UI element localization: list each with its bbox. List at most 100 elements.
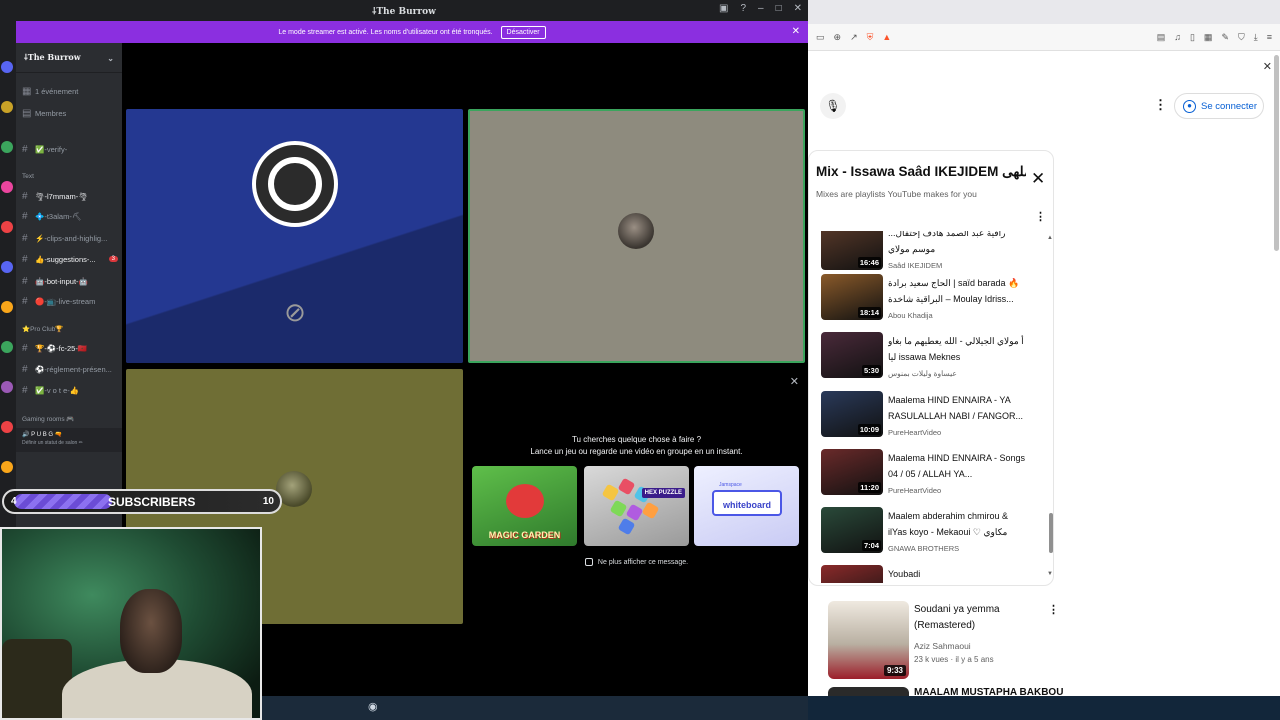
minimize-icon[interactable]: – [758,3,764,14]
category-text[interactable]: Text [22,173,34,180]
activity-magic-garden[interactable]: MAGIC GARDEN [472,466,577,546]
video-title[interactable]: Maalema HIND ENNAIRA - YA RASULALLAH NAB… [888,392,1028,424]
video-channel: Saâd IKEJIDEM [888,261,943,270]
server-icon[interactable] [1,301,13,313]
extensions-icon[interactable]: ✎ [1221,32,1229,43]
close-playlist-icon[interactable]: ✕ [1031,169,1045,189]
channel-status[interactable]: Définir un statut de salon ✏ [22,440,116,446]
video-thumbnail[interactable]: 18:14 [821,274,883,320]
category-pro-club[interactable]: ⭐Pro Club🏆 [22,325,63,333]
channel-fc25[interactable]: # 🏆-⚽-fc-25-🇲🇦 [22,341,118,355]
participant-tile-obs[interactable]: ⊘ [126,109,463,363]
events-item[interactable]: ▦ 1 événement [22,84,118,98]
playlist-item[interactable]: Youbadi [821,565,1049,583]
video-title[interactable]: أ مولاي الجيلالي - الله يعطيهم ما بغاو ل… [888,333,1028,365]
video-meta: 23 k vues · il y a 5 ans [914,655,994,664]
members-item[interactable]: ▤ Membres [22,106,118,120]
dont-show-again[interactable]: Ne plus afficher ce message. [468,558,805,566]
obs-taskbar-icon[interactable]: ◉ [368,700,378,713]
sidebar-toggle-icon[interactable]: ▯ [1190,32,1195,43]
video-thumbnail[interactable]: 5:30 [821,332,883,378]
account-icon: ● [1183,99,1196,113]
playlist-item[interactable]: 7:04 Maalem abderahim chmirou & ilYas koy… [821,507,1049,563]
inbox-icon[interactable]: ▣ [719,3,728,14]
server-icon[interactable] [1,341,13,353]
tab-search-icon[interactable]: ▤ [1157,32,1166,43]
help-icon[interactable]: ? [740,3,746,14]
video-title[interactable]: الحاج سعيد برادة | saïd barada 🔥 البراقي… [888,275,1028,307]
video-thumbnail[interactable]: 10:09 [821,391,883,437]
disable-streamer-button[interactable]: Désactiver [500,25,546,39]
playlist-item[interactable]: 16:46 ...راقية عبد الصمد هادف إحتفال موسم… [821,231,1049,280]
server-icon[interactable] [1,261,13,273]
reading-list-icon[interactable]: ▦ [1204,32,1213,43]
server-icon[interactable] [1,421,13,433]
activity-hex-puzzle[interactable]: HEX PUZZLE [584,466,689,546]
channel-tmmam[interactable]: # 🌪-l7mmam-🌪 [22,189,118,203]
activity-close-icon[interactable]: ✕ [790,375,799,388]
server-icon[interactable] [1,101,13,113]
brave-shield-icon[interactable]: ⛨ [867,32,874,43]
playlist-menu-icon[interactable]: ⋮ [1035,210,1046,223]
server-header[interactable]: ⸸The Burrow ⌄ [16,43,122,73]
video-channel[interactable]: Aziz Sahmaoui [914,639,1064,653]
video-thumbnail[interactable]: 9:33 [828,601,909,679]
server-icon[interactable] [1,221,13,233]
channel-live-stream[interactable]: # 🔴-📺-live-stream [22,294,118,308]
voice-channel-panel[interactable]: 🔊 P U B G 🔫 Définir un statut de salon ✏ [16,428,122,452]
playlist-item[interactable]: 11:20 Maalema HIND ENNAIRA - Songs 04 / 0… [821,449,1049,505]
menu-icon[interactable]: ≡ [1267,32,1272,43]
playlist-scrollbar[interactable] [1049,513,1053,553]
video-menu-icon[interactable]: ⋮ [1048,603,1059,616]
channel-t3alam[interactable]: # 💠-t3alam-⛏ [22,209,118,223]
server-icon[interactable] [1,461,13,473]
checkbox[interactable] [584,558,593,566]
maximize-icon[interactable]: □ [776,3,782,14]
playlist-item[interactable]: 5:30 أ مولاي الجيلالي - الله يعطيهم ما بغ… [821,332,1049,388]
zoom-icon[interactable]: ⊕ [834,32,842,43]
video-thumbnail[interactable] [828,687,909,696]
channel-clips[interactable]: # ⚡-clips-and-highlig... [22,231,118,245]
activity-whiteboard[interactable]: Jamspace whiteboard [694,466,799,546]
channel-suggestions[interactable]: # 👍-suggestions-... 3 [22,252,118,266]
share-icon[interactable]: ↗ [850,32,858,43]
video-title[interactable]: Maalem abderahim chmirou & ilYas koyo - … [888,508,1028,540]
sidebar-icon[interactable]: ▭ [816,32,825,43]
channel-bot-input[interactable]: # 🤖-bot-input-🤖 [22,274,118,288]
video-thumbnail[interactable]: 7:04 [821,507,883,553]
hash-icon: # [22,295,28,307]
screen: ⸸The Burrow ▣ ? – □ ✕ Le mode streamer e… [0,0,1280,720]
playlist-item[interactable]: 18:14 الحاج سعيد برادة | saïd barada 🔥 ال… [821,274,1049,330]
video-thumbnail[interactable]: 16:46 [821,231,883,270]
media-icon[interactable]: ♫ [1174,32,1181,43]
video-title[interactable]: ...راقية عبد الصمد هادف إحتفال موسم مولا… [888,231,1028,257]
category-gaming[interactable]: Gaming rooms 🎮 [22,415,75,423]
brave-rewards-icon[interactable]: ▲ [882,32,891,42]
download-icon[interactable]: ⤓ [1254,32,1258,43]
server-icon[interactable] [1,141,13,153]
channel-verify[interactable]: # ✅-verify- [22,142,118,156]
server-icon[interactable] [1,181,13,193]
video-title[interactable]: Youbadi [888,566,1028,582]
recommended-video[interactable]: 9:33 Soudani ya yemma (Remastered) Aziz … [828,601,1068,681]
close-icon[interactable]: ✕ [794,3,802,14]
video-thumbnail[interactable]: 11:20 [821,449,883,495]
channel-vote[interactable]: # ✅-v o t e-👍 [22,383,118,397]
video-duration: 16:46 [857,257,881,268]
mix-title[interactable]: Mix - Issawa Saâd IKEJIDEM نا ملهى... [816,164,1026,180]
voice-search-icon[interactable]: 🎙 [820,93,846,119]
server-icon[interactable] [1,61,13,73]
more-options-icon[interactable]: ⋮ [1154,97,1167,113]
banner-close-icon[interactable]: ✕ [792,26,800,37]
playlist-item[interactable]: 10:09 Maalema HIND ENNAIRA - YA RASULALLA… [821,391,1049,447]
video-thumbnail[interactable] [821,565,883,583]
channel-reglement[interactable]: # ⚽-réglement-présen... [22,362,118,376]
server-icon[interactable] [1,381,13,393]
close-icon[interactable]: ✕ [1263,60,1272,73]
sign-in-button[interactable]: ● Se connecter [1174,93,1264,119]
participant-tile-speaking[interactable] [468,109,805,363]
vpn-icon[interactable]: ⛉ [1238,32,1245,43]
video-title[interactable]: Maalema HIND ENNAIRA - Songs 04 / 05 / A… [888,450,1028,482]
browser-scrollbar[interactable] [1274,55,1279,251]
video-title[interactable]: Soudani ya yemma (Remastered) [914,602,1034,634]
